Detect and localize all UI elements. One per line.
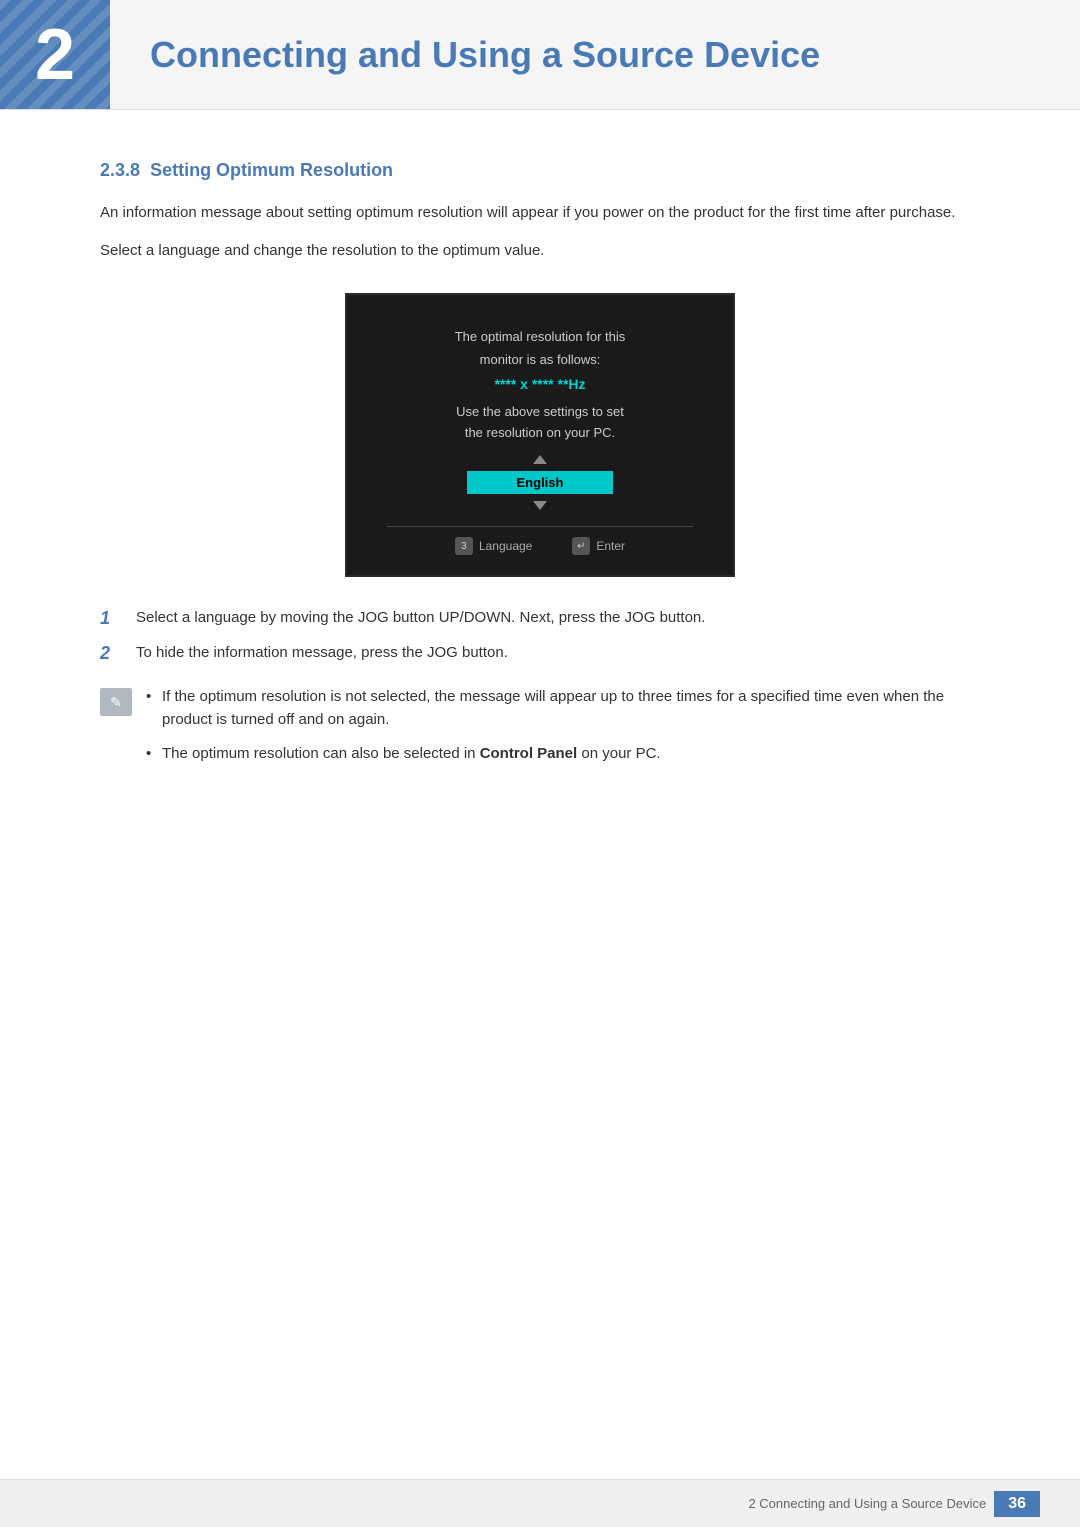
language-selector[interactable]: English [387,455,693,510]
monitor-line-1: The optimal resolution for this monitor … [387,325,693,372]
section-heading: 2.3.8 Setting Optimum Resolution [100,160,980,181]
chapter-number-block: 2 [0,0,110,109]
footer-language-item: 3 Language [455,537,532,555]
notes-list: If the optimum resolution is not selecte… [146,686,980,778]
paragraph-1: An information message about setting opt… [100,201,980,225]
monitor-screenshot: The optimal resolution for this monitor … [100,293,980,577]
note-2-bold: Control Panel [480,745,578,762]
notes-section: If the optimum resolution is not selecte… [100,686,980,778]
note-2: The optimum resolution can also be selec… [146,743,980,766]
language-button[interactable]: English [467,471,614,494]
footer-enter-item: ↵ Enter [572,537,625,555]
step-1-number: 1 [100,608,120,629]
monitor-instructions: Use the above settings to set the resolu… [387,402,693,444]
chapter-number: 2 [35,19,75,91]
monitor-resolution: **** x **** **Hz [387,376,693,392]
page-header: 2 Connecting and Using a Source Device [0,0,1080,110]
step-1: 1 Select a language by moving the JOG bu… [100,607,980,630]
note-2-text-after: on your PC. [577,745,660,762]
step-1-text: Select a language by moving the JOG butt… [136,607,705,630]
enter-label: Enter [596,539,625,553]
arrow-down-icon[interactable] [533,501,547,510]
note-2-text-before: The optimum resolution can also be selec… [162,745,480,762]
language-icon: 3 [455,537,473,555]
section-title: Setting Optimum Resolution [150,160,393,180]
note-1: If the optimum resolution is not selecte… [146,686,980,731]
step-2-number: 2 [100,643,120,664]
language-label: Language [479,539,532,553]
chapter-title: Connecting and Using a Source Device [150,34,820,76]
footer-section-label: 2 Connecting and Using a Source Device [748,1496,986,1511]
monitor-footer: 3 Language ↵ Enter [387,526,693,555]
enter-icon: ↵ [572,537,590,555]
step-2-text: To hide the information message, press t… [136,642,508,665]
monitor-display-box: The optimal resolution for this monitor … [345,293,735,577]
arrow-up-icon[interactable] [533,455,547,464]
page-number: 36 [994,1491,1040,1517]
paragraph-2: Select a language and change the resolut… [100,239,980,263]
step-2: 2 To hide the information message, press… [100,642,980,665]
main-content: 2.3.8 Setting Optimum Resolution An info… [0,110,1080,858]
header-title-area: Connecting and Using a Source Device [110,0,1080,109]
note-icon [100,688,132,716]
page-footer: 2 Connecting and Using a Source Device 3… [0,1479,1080,1527]
steps-list: 1 Select a language by moving the JOG bu… [100,607,980,664]
note-1-text: If the optimum resolution is not selecte… [162,688,944,728]
section-number: 2.3.8 [100,160,140,180]
